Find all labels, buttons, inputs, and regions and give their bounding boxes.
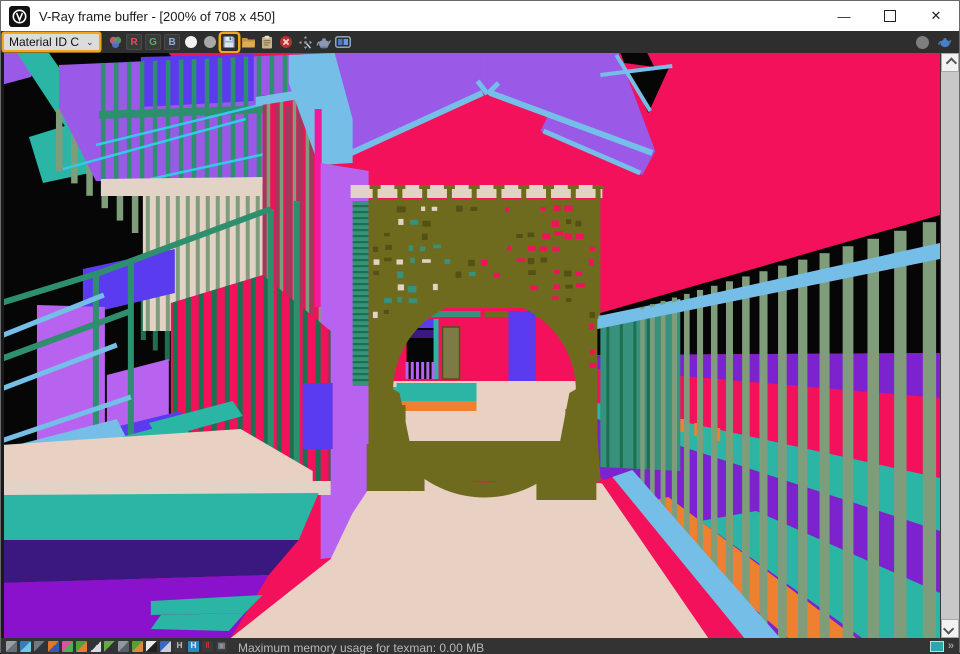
blue-channel-button[interactable]: B <box>164 34 181 51</box>
stop-x-icon <box>279 35 293 49</box>
scroll-down-button[interactable] <box>941 619 959 638</box>
globe-icon[interactable] <box>34 641 45 652</box>
mountain-icon[interactable] <box>90 641 101 652</box>
expand-chevrons-icon[interactable]: » <box>948 641 954 652</box>
grass-icon[interactable] <box>132 641 143 652</box>
history-h-icon[interactable]: H <box>174 641 185 652</box>
maximize-button[interactable] <box>867 1 913 31</box>
clipboard-button[interactable] <box>259 34 276 51</box>
vray-logo-icon <box>9 6 30 27</box>
save-image-button[interactable] <box>221 34 238 51</box>
minimize-button[interactable]: — <box>821 1 867 31</box>
display-small-icon[interactable] <box>930 641 944 652</box>
sphere-icon[interactable] <box>916 36 929 49</box>
close-button[interactable]: ✕ <box>913 1 959 31</box>
move-cross-icon <box>298 35 313 50</box>
chevron-down-icon: ⌄ <box>86 37 94 48</box>
rgb-circles-icon <box>108 35 123 50</box>
window-title: V-Ray frame buffer - [200% of 708 x 450] <box>39 9 275 24</box>
gray-circle-icon <box>204 36 216 48</box>
white-circle-icon <box>185 36 197 48</box>
vfb-window: V-Ray frame buffer - [200% of 708 x 450]… <box>0 0 960 653</box>
stripes-icon[interactable] <box>76 641 87 652</box>
pause-bars-icon[interactable]: ‖ <box>202 641 213 652</box>
compare-icon[interactable]: H <box>188 641 199 652</box>
texture-icon[interactable] <box>48 641 59 652</box>
vfb-toolbar: Material ID C ⌄ R G B <box>1 31 959 53</box>
levels-icon[interactable] <box>160 641 171 652</box>
swatches-icon[interactable] <box>62 641 73 652</box>
maximize-icon <box>884 10 896 22</box>
rgb-channels-button[interactable] <box>107 34 124 51</box>
vertical-scrollbar[interactable] <box>940 53 959 638</box>
status-message: Maximum memory usage for texman: 0.00 MB <box>238 641 484 654</box>
slashes-icon[interactable] <box>104 641 115 652</box>
green-channel-button[interactable]: G <box>145 34 162 51</box>
render-last-button[interactable] <box>316 34 333 51</box>
scrollbar-track[interactable] <box>941 72 959 619</box>
white-background-button[interactable] <box>183 34 200 51</box>
display-icon[interactable] <box>6 641 17 652</box>
gate-pedestal-right <box>536 452 596 500</box>
render-left-border <box>1 53 4 638</box>
layers-icon[interactable] <box>20 641 31 652</box>
teapot-icon <box>316 36 332 49</box>
monitor-icon <box>335 36 351 48</box>
render-canvas <box>1 53 940 638</box>
chevron-up-icon <box>946 57 957 68</box>
gate-pedestal-left <box>367 444 425 491</box>
channel-dropdown-value: Material ID C <box>9 35 79 49</box>
scroll-up-button[interactable] <box>941 53 959 72</box>
floppy-disk-icon <box>222 35 236 49</box>
moon-gate <box>351 185 604 500</box>
gray-background-button[interactable] <box>202 34 219 51</box>
channel-dropdown[interactable]: Material ID C ⌄ <box>4 34 99 50</box>
blue-teapot-icon[interactable] <box>937 36 953 48</box>
curve-icon[interactable] <box>146 641 157 652</box>
status-bar: HH‖▣ Maximum memory usage for texman: 0.… <box>1 638 959 654</box>
render-row <box>1 53 959 638</box>
follow-mouse-button[interactable] <box>297 34 314 51</box>
ab-compare-button[interactable] <box>335 34 352 51</box>
red-channel-label: R <box>126 34 142 50</box>
open-folder-icon <box>241 36 256 49</box>
clipboard-icon <box>261 35 273 49</box>
title-bar: V-Ray frame buffer - [200% of 708 x 450]… <box>1 1 959 31</box>
render-viewport <box>1 53 940 638</box>
green-channel-label: G <box>145 34 161 50</box>
blue-channel-label: B <box>164 34 180 50</box>
gear-icon[interactable] <box>118 641 129 652</box>
stop-render-button[interactable] <box>278 34 295 51</box>
chevron-down-icon <box>943 623 954 634</box>
load-image-button[interactable] <box>240 34 257 51</box>
red-channel-button[interactable]: R <box>126 34 143 51</box>
frame-icon[interactable]: ▣ <box>216 641 227 652</box>
